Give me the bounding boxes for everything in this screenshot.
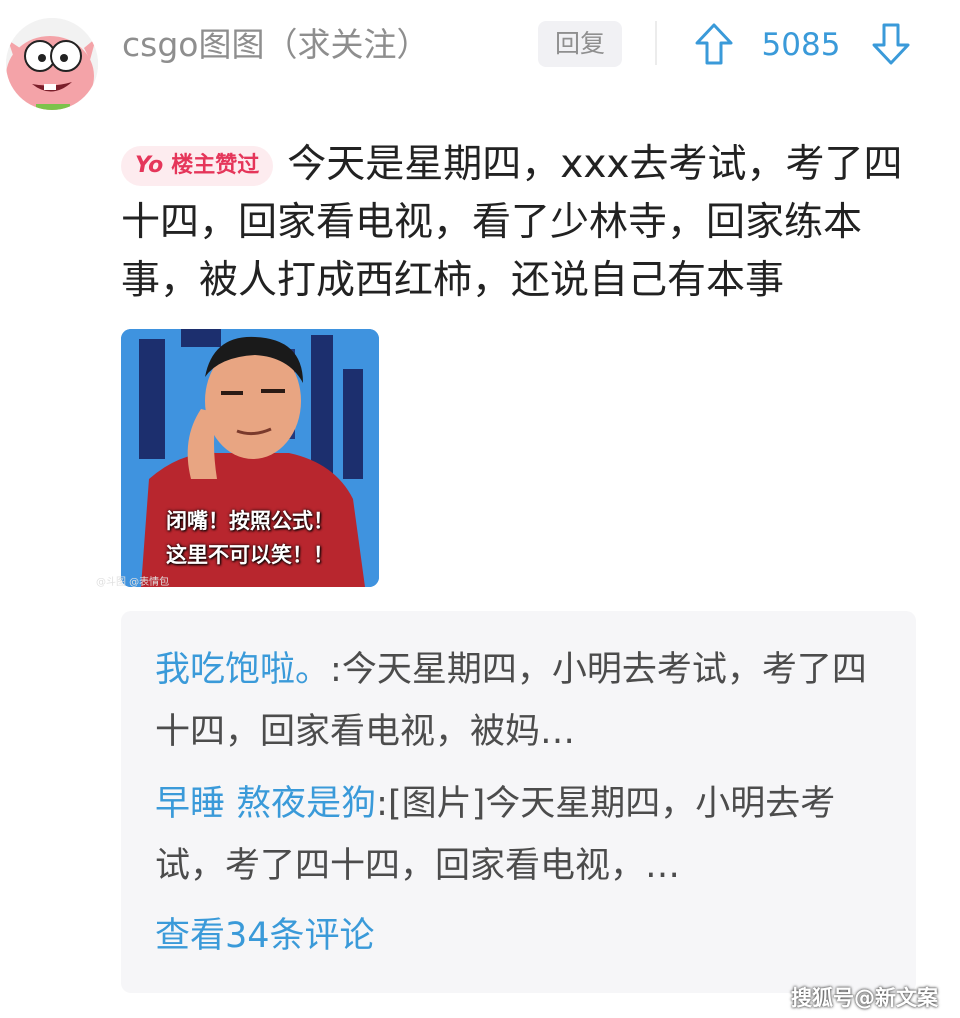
replies-panel: 我吃饱啦。:今天星期四，小明去考试，考了四十四，回家看电视，被妈… 早睡 熬夜是… xyxy=(121,611,916,993)
reply-separator: : xyxy=(376,784,388,824)
reply-button[interactable]: 回复 xyxy=(538,21,622,67)
badge-label: 楼主赞过 xyxy=(171,153,260,178)
reply-author[interactable]: 早睡 熬夜是狗 xyxy=(155,784,376,824)
comment-image[interactable]: 闭嘴！按照公式！ 这里不可以笑！！ xyxy=(121,329,379,587)
meme-caption-line-2: 这里不可以笑！！ xyxy=(166,543,334,567)
header-divider xyxy=(655,21,657,65)
upvote-arrow-icon[interactable] xyxy=(694,22,734,66)
reply-author[interactable]: 我吃饱啦。 xyxy=(155,650,330,690)
comment-username[interactable]: csgo图图（求关注） xyxy=(122,22,429,68)
author-liked-badge: Yo 楼主赞过 xyxy=(121,146,274,186)
badge-yo-logo: Yo xyxy=(135,153,164,178)
reply-separator: : xyxy=(330,650,342,690)
reply-item[interactable]: 早睡 熬夜是狗:[图片]今天星期四，小明去考试，考了四十四，回家看电视，… xyxy=(155,773,885,897)
meme-watermark: @斗图 @表情包 xyxy=(96,577,170,588)
meme-caption-line-1: 闭嘴！按照公式！ xyxy=(166,509,334,533)
downvote-arrow-icon[interactable] xyxy=(871,22,911,66)
avatar[interactable] xyxy=(6,18,98,110)
reply-item[interactable]: 我吃饱啦。:今天星期四，小明去考试，考了四十四，回家看电视，被妈… xyxy=(155,639,885,763)
view-more-comments-link[interactable]: 查看34条评论 xyxy=(155,909,375,963)
comment-body: Yo 楼主赞过 今天是星期四，xxx去考试，考了四十四，回家看电视，看了少林寺，回家… xyxy=(121,136,921,310)
vote-count: 5085 xyxy=(761,27,841,63)
source-watermark: 搜狐号@新文案 xyxy=(791,986,938,1010)
